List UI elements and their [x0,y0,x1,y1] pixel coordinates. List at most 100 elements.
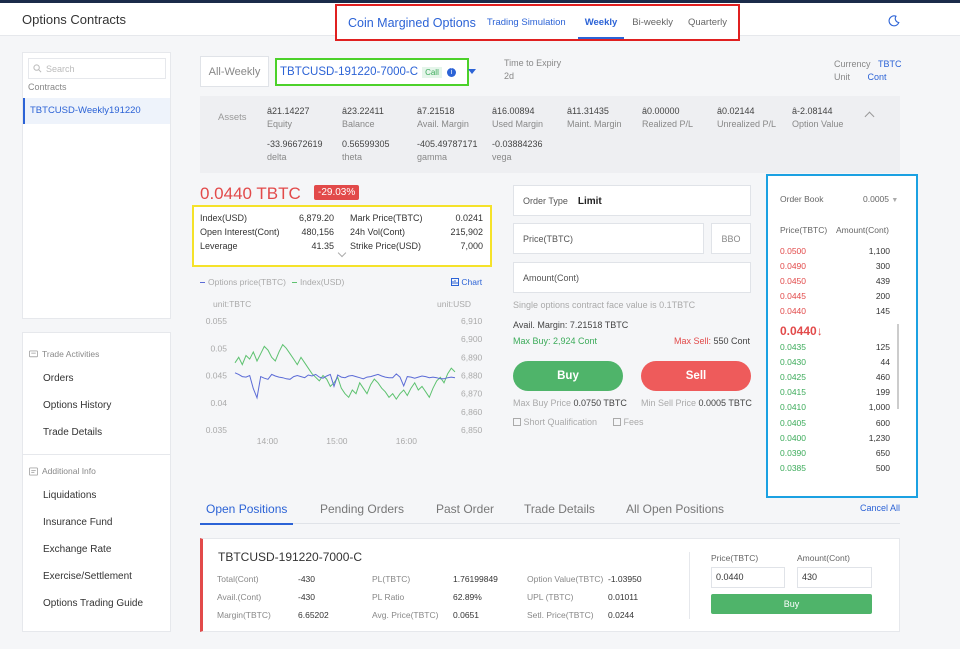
position-card: TBTCUSD-191220-7000-C Total(Cont) -430 A… [200,538,900,632]
greek-vega: -0.03884236 vega [492,139,543,162]
y-right-tick: 6,860 [461,407,483,417]
chevron-down-icon[interactable] [468,69,476,74]
bid-amount: 460 [875,372,890,383]
stat-value: 0.0241 [455,213,483,223]
y-right-tick: 6,850 [461,425,483,435]
stat-label: 24h Vol(Cont) [350,227,406,237]
max-buy: Max Buy: 2,924 Cont [513,336,598,346]
buy-button[interactable]: Buy [513,361,623,391]
bid-price: 0.0385 [780,462,806,473]
search-placeholder: Search [46,63,75,74]
bid-price: 0.0400 [780,432,806,443]
info-icon[interactable]: i [446,67,456,77]
scrollbar[interactable] [897,324,899,409]
chart-link[interactable]: Chart [451,277,482,287]
sell-button[interactable]: Sell [641,361,751,391]
y-left-tick: 0.055 [206,316,228,326]
tab-all-open-positions[interactable]: All Open Positions [626,502,724,516]
trade-activities-header: Trade Activities [23,343,170,365]
depth-select[interactable]: 0.0005 ▼ [863,194,898,204]
ask-row[interactable]: 0.0500 1,100 [780,246,890,256]
bid-row[interactable]: 0.0385 500 [780,463,890,473]
order-type-select[interactable]: Order Type Limit [513,185,751,216]
bid-price: 0.0435 [780,342,806,352]
bid-row[interactable]: 0.0435 125 [780,342,890,352]
close-amount-input[interactable]: 430 [797,567,872,588]
close-buy-button[interactable]: Buy [711,594,872,614]
period-selector[interactable]: All-Weekly [200,56,269,87]
bid-price: 0.0430 [780,357,806,368]
tab-past-order[interactable]: Past Order [436,502,494,516]
stat-value: 7,000 [460,241,483,251]
bid-row[interactable]: 0.0410 1,000 [780,402,890,412]
ask-row[interactable]: 0.0490 300 [780,261,890,271]
bid-price: 0.0390 [780,447,806,458]
asset-unrealized-pl: ȃ0.02144 Unrealized P/L [717,106,777,129]
unit-value[interactable]: Cont [868,72,887,82]
bid-row[interactable]: 0.0425 460 [780,372,890,382]
chart-legend: Options price(TBTC) Index(USD) [200,277,344,287]
tab-pending-orders[interactable]: Pending Orders [320,502,404,516]
price-input[interactable]: Price(TBTC) [513,223,704,254]
sidebar-item-insurance-fund[interactable]: Insurance Fund [23,509,170,536]
bid-row[interactable]: 0.0400 1,230 [780,433,890,443]
contracts-header: Contracts [28,82,67,92]
trading-simulation-link[interactable]: Trading Simulation [487,17,566,28]
sidebar-item-options-trading-guide[interactable]: Options Trading Guide [23,590,170,617]
sidebar-item-options-history[interactable]: Options History [23,392,170,419]
x-tick: 15:00 [326,436,348,446]
divider [689,552,690,619]
ask-amount: 145 [875,306,890,316]
currency-value[interactable]: TBTC [878,59,902,69]
sidebar-item-liquidations[interactable]: Liquidations [23,482,170,509]
stat-label: Open Interest(Cont) [200,227,280,237]
price-chart[interactable]: unit:TBTC unit:USD 0.055 0.05 0.045 0.04 0.0… [200,295,492,450]
ask-row[interactable]: 0.0440 145 [780,306,890,316]
field-label: Option Value(TBTC) [527,574,604,584]
bid-row[interactable]: 0.0415 199 [780,387,890,397]
cancel-all-button[interactable]: Cancel All [860,503,900,513]
close-price-input[interactable]: 0.0440 [711,567,785,588]
bid-row[interactable]: 0.0430 44 [780,357,890,367]
tab-quarterly[interactable]: Quarterly [688,6,727,39]
ask-row[interactable]: 0.0450 439 [780,276,890,286]
legend-index[interactable]: Index(USD) [291,277,344,287]
page-title: Options Contracts [22,12,127,27]
contract-item-selected[interactable]: TBTCUSD-Weekly191220 [23,98,170,124]
ask-price: 0.0440 [780,306,806,316]
sidebar-item-trade-details[interactable]: Trade Details [23,419,170,446]
y-left-tick: 0.035 [206,425,228,435]
ticker-stats: Index(USD) Open Interest(Cont) Leverage … [192,205,492,267]
tab-open-positions[interactable]: Open Positions [199,502,294,525]
sidebar-item-orders[interactable]: Orders [23,365,170,392]
bid-price: 0.0425 [780,372,806,383]
fees-link[interactable]: Fees [613,417,644,427]
legend-options[interactable]: Options price(TBTC) [200,277,286,287]
ask-price: 0.0445 [780,291,806,301]
sidebar-item-exercise-settlement[interactable]: Exercise/Settlement [23,563,170,590]
search-box[interactable]: Search [28,58,166,79]
last-trade-price: 0.0440↓ [780,324,823,338]
theme-toggle-moon-icon[interactable] [888,15,900,27]
field-value: -430 [298,574,316,584]
tab-bi-weekly[interactable]: Bi-weekly [632,6,673,39]
bid-row[interactable]: 0.0390 650 [780,448,890,458]
contract-selector[interactable]: TBTCUSD-191220-7000-C Call i [275,58,469,86]
tab-weekly[interactable]: Weekly [577,6,624,39]
short-qualification-link[interactable]: Short Qualification [513,417,597,427]
left-unit-label: unit:TBTC [213,299,251,309]
right-unit-label: unit:USD [437,299,471,309]
stat-value: 215,902 [450,227,483,237]
positions-tabs: Open Positions Pending Orders Past Order… [199,498,900,525]
chart-icon [451,278,459,286]
ask-price: 0.0500 [780,246,806,256]
bbo-button[interactable]: BBO [711,223,751,254]
ask-row[interactable]: 0.0445 200 [780,291,890,301]
coin-margined-options-link[interactable]: Coin Margined Options [348,16,476,30]
amount-input[interactable]: Amount(Cont) [513,262,751,293]
bid-row[interactable]: 0.0405 600 [780,418,890,428]
sidebar-item-exchange-rate[interactable]: Exchange Rate [23,536,170,563]
chevron-up-icon[interactable] [864,111,875,122]
assets-label: Assets [218,112,247,123]
tab-trade-details[interactable]: Trade Details [524,502,595,516]
